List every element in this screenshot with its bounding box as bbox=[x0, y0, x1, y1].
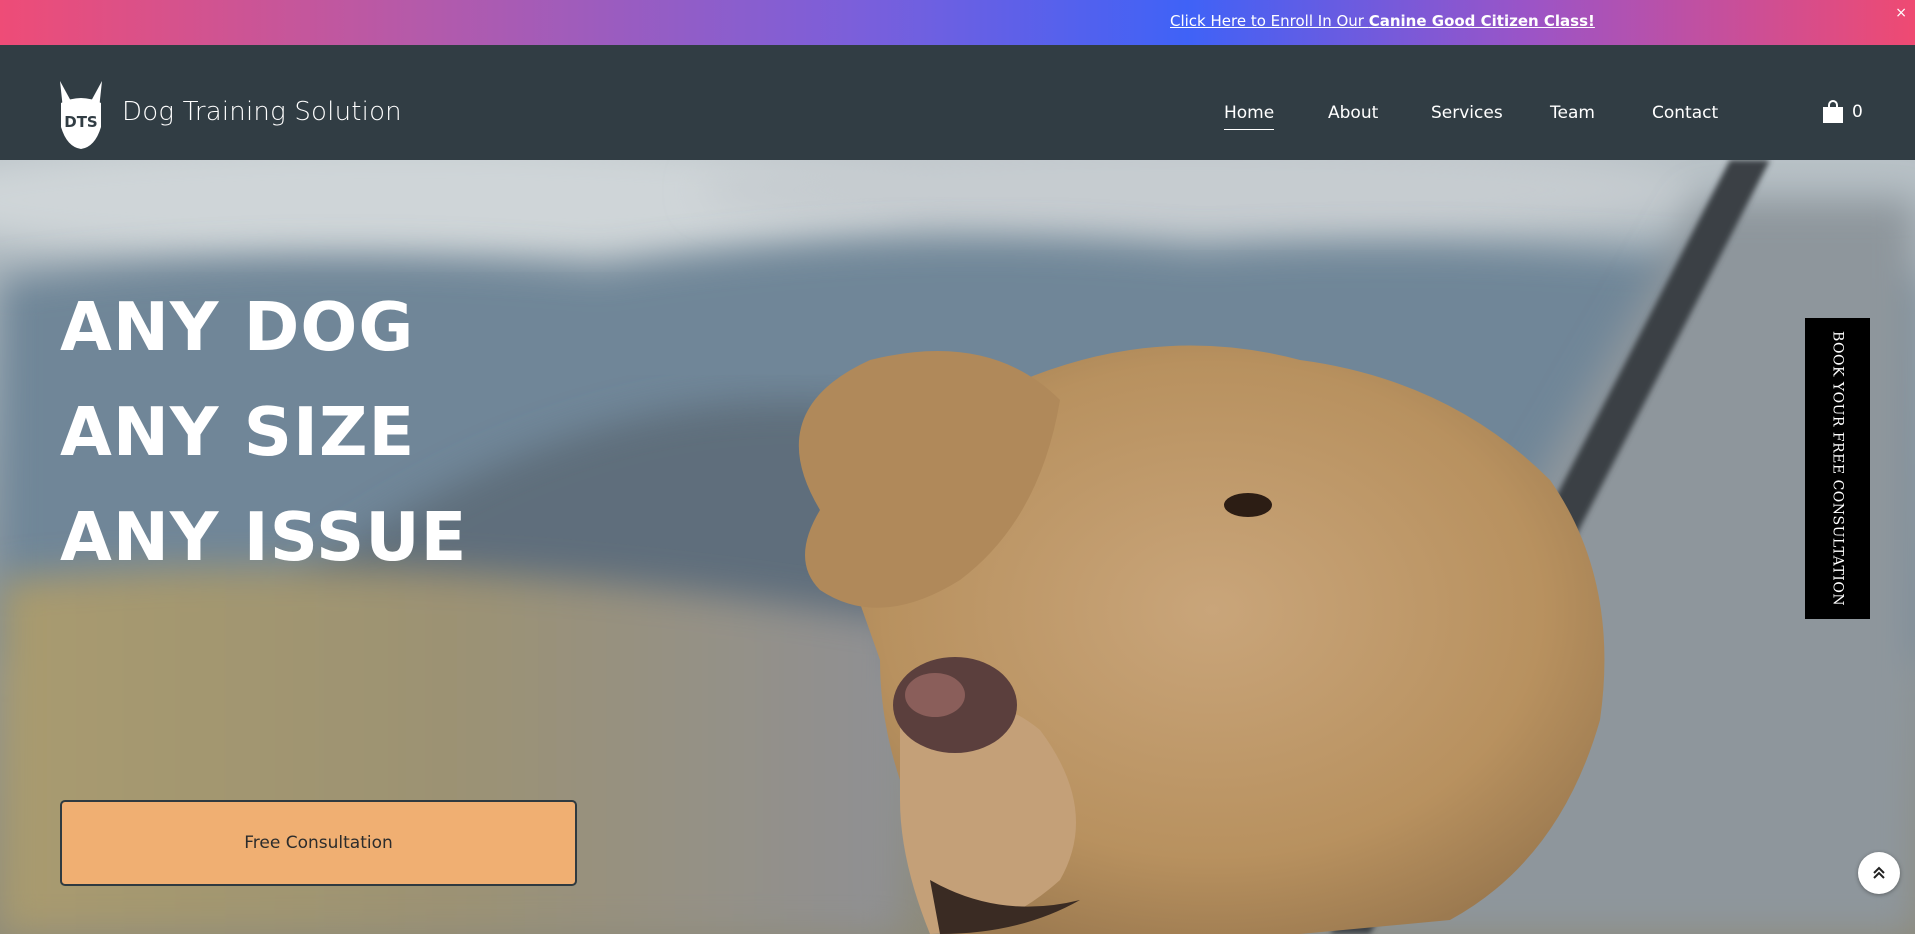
scroll-to-top-button[interactable] bbox=[1858, 852, 1900, 894]
nav-services[interactable]: Services bbox=[1431, 103, 1503, 129]
double-chevron-up-icon bbox=[1873, 866, 1885, 879]
close-announcement-button[interactable]: × bbox=[1895, 6, 1907, 20]
cart-button[interactable]: 0 bbox=[1822, 100, 1863, 124]
book-consultation-tab[interactable]: BOOK YOUR FREE CONSULTATION bbox=[1805, 318, 1870, 619]
nav-home[interactable]: Home bbox=[1224, 103, 1275, 130]
enroll-link-prefix: Click Here to Enroll In Our bbox=[1170, 12, 1369, 30]
main-nav: Home About Services Team Contact bbox=[0, 103, 1915, 133]
book-consultation-tab-label: BOOK YOUR FREE CONSULTATION bbox=[1829, 330, 1846, 607]
hero-section: ANY DOG ANY SIZE ANY ISSUE Free Consulta… bbox=[0, 160, 1915, 934]
headline-line-1: ANY DOG bbox=[60, 288, 415, 366]
enroll-link-class-name: Canine Good Citizen Class! bbox=[1368, 12, 1595, 30]
cart-count: 0 bbox=[1852, 102, 1863, 122]
shopping-bag-icon bbox=[1823, 100, 1843, 123]
announcement-bar: Click Here to Enroll In Our Canine Good … bbox=[0, 0, 1915, 45]
nav-contact[interactable]: Contact bbox=[1652, 103, 1718, 129]
nav-about[interactable]: About bbox=[1328, 103, 1378, 129]
headline-line-3: ANY ISSUE bbox=[60, 498, 468, 576]
enroll-link[interactable]: Click Here to Enroll In Our Canine Good … bbox=[1170, 12, 1595, 30]
nav-team[interactable]: Team bbox=[1550, 103, 1595, 129]
free-consultation-button[interactable]: Free Consultation bbox=[60, 800, 577, 886]
site-header: DTS Dog Training Solution Home About Ser… bbox=[0, 45, 1915, 160]
headline-line-2: ANY SIZE bbox=[60, 393, 416, 471]
